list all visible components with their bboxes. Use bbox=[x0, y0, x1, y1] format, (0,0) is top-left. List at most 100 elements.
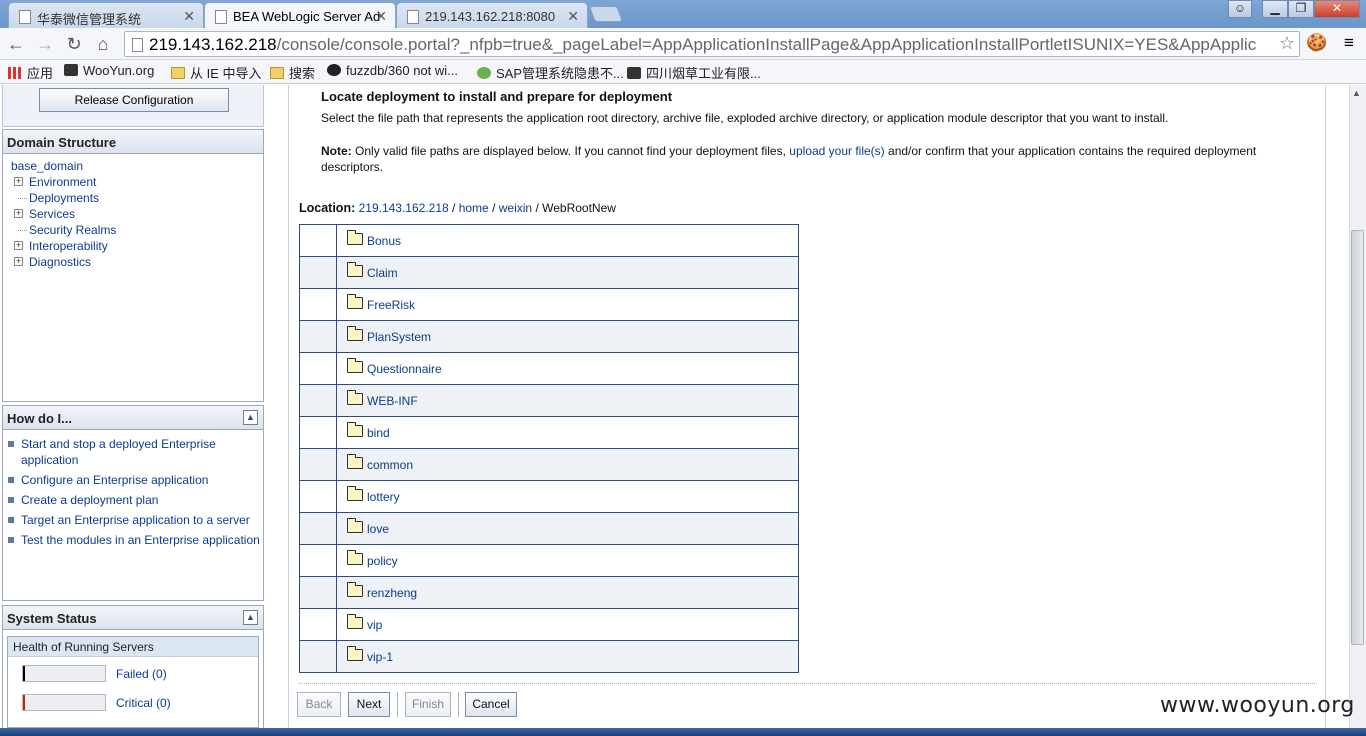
breadcrumb-weixin[interactable]: weixin bbox=[499, 201, 532, 215]
folder-link[interactable]: WEB-INF bbox=[367, 394, 418, 408]
close-icon[interactable]: ✕ bbox=[183, 8, 195, 25]
folder-link[interactable]: policy bbox=[367, 554, 398, 568]
row-select-cell[interactable] bbox=[299, 480, 337, 513]
expand-icon[interactable]: + bbox=[14, 209, 23, 218]
table-row[interactable]: Bonus bbox=[299, 224, 799, 257]
row-select-cell[interactable] bbox=[299, 544, 337, 577]
table-row[interactable]: Questionnaire bbox=[299, 352, 799, 385]
list-item[interactable]: Create a deployment plan bbox=[7, 492, 263, 508]
close-window-button[interactable]: ✕ bbox=[1314, 0, 1360, 18]
row-select-cell[interactable] bbox=[299, 352, 337, 385]
next-button[interactable]: Next bbox=[348, 692, 390, 717]
table-row[interactable]: vip-1 bbox=[299, 640, 799, 673]
folder-link[interactable]: vip-1 bbox=[367, 650, 393, 664]
folder-link[interactable]: Bonus bbox=[367, 234, 401, 248]
close-icon[interactable]: ✕ bbox=[567, 8, 579, 25]
row-select-cell[interactable] bbox=[299, 384, 337, 417]
row-select-cell[interactable] bbox=[299, 576, 337, 609]
table-row[interactable]: FreeRisk bbox=[299, 288, 799, 321]
table-row[interactable]: love bbox=[299, 512, 799, 545]
help-link[interactable]: Target an Enterprise application to a se… bbox=[21, 513, 250, 527]
table-row[interactable]: renzheng bbox=[299, 576, 799, 609]
address-bar[interactable]: 219.143.162.218/console/console.portal?_… bbox=[124, 31, 1300, 57]
close-icon[interactable]: ✕ bbox=[375, 8, 387, 25]
bookmark-star-icon[interactable]: ☆ bbox=[1275, 33, 1295, 54]
bookmark-sap[interactable]: SAP管理系统隐患不... bbox=[477, 63, 624, 82]
reload-icon[interactable]: ↻ bbox=[62, 32, 86, 56]
new-tab-button[interactable] bbox=[589, 6, 623, 22]
row-select-cell[interactable] bbox=[299, 224, 337, 257]
help-link[interactable]: Create a deployment plan bbox=[21, 493, 158, 507]
bookmark-search[interactable]: 搜索 bbox=[270, 63, 315, 82]
table-row[interactable]: bind bbox=[299, 416, 799, 449]
bookmark-fuzzdb[interactable]: fuzzdb/360 not wi... bbox=[327, 63, 458, 78]
maximize-button[interactable]: ❐ bbox=[1288, 0, 1314, 18]
health-link[interactable]: Critical (0) bbox=[116, 696, 171, 710]
scrollbar-thumb[interactable] bbox=[1351, 230, 1364, 645]
folder-link[interactable]: renzheng bbox=[367, 586, 417, 600]
collapse-icon[interactable]: ▲ bbox=[243, 410, 258, 425]
tab-ip-8080[interactable]: 219.143.162.218:8080 ✕ bbox=[396, 2, 588, 28]
folder-link[interactable]: Questionnaire bbox=[367, 362, 442, 376]
breadcrumb-host[interactable]: 219.143.162.218 bbox=[359, 201, 449, 215]
cookie-extension-icon[interactable]: 🍪 bbox=[1306, 33, 1328, 55]
upload-files-link[interactable]: upload your file(s) bbox=[789, 144, 884, 158]
folder-link[interactable]: PlanSystem bbox=[367, 330, 431, 344]
list-item[interactable]: Configure an Enterprise application bbox=[7, 472, 263, 488]
folder-link[interactable]: vip bbox=[367, 618, 382, 632]
help-link[interactable]: Test the modules in an Enterprise applic… bbox=[21, 533, 260, 547]
tab-wechat-admin[interactable]: 华泰微信管理系统 ✕ bbox=[8, 2, 204, 28]
row-select-cell[interactable] bbox=[299, 640, 337, 673]
table-row[interactable]: WEB-INF bbox=[299, 384, 799, 417]
cancel-button[interactable]: Cancel bbox=[465, 692, 517, 717]
table-row[interactable]: common bbox=[299, 448, 799, 481]
tree-root[interactable]: base_domain bbox=[9, 158, 263, 174]
row-select-cell[interactable] bbox=[299, 448, 337, 481]
row-select-cell[interactable] bbox=[299, 608, 337, 641]
finish-button[interactable]: Finish bbox=[405, 692, 451, 717]
menu-icon[interactable]: ≡ bbox=[1338, 33, 1360, 55]
breadcrumb-home[interactable]: home bbox=[459, 201, 489, 215]
tree-item-security-realms[interactable]: Security Realms bbox=[9, 222, 263, 238]
table-row[interactable]: Claim bbox=[299, 256, 799, 289]
health-link[interactable]: Failed (0) bbox=[116, 667, 167, 681]
collapse-icon[interactable]: ▲ bbox=[243, 610, 258, 625]
home-icon[interactable]: ⌂ bbox=[91, 32, 115, 56]
forward-arrow-icon[interactable]: → bbox=[33, 32, 57, 56]
row-select-cell[interactable] bbox=[299, 256, 337, 289]
tab-weblogic[interactable]: BEA WebLogic Server Ad ✕ bbox=[204, 2, 396, 29]
tree-item-services[interactable]: + Services bbox=[9, 206, 263, 222]
help-link[interactable]: Configure an Enterprise application bbox=[21, 473, 208, 487]
table-row[interactable]: policy bbox=[299, 544, 799, 577]
bookmark-apps[interactable]: 应用 bbox=[8, 63, 53, 82]
folder-link[interactable]: Claim bbox=[367, 266, 398, 280]
tree-item-interoperability[interactable]: + Interoperability bbox=[9, 238, 263, 254]
tree-item-diagnostics[interactable]: + Diagnostics bbox=[9, 254, 263, 270]
folder-link[interactable]: bind bbox=[367, 426, 390, 440]
user-icon[interactable]: ☺ bbox=[1228, 0, 1252, 18]
release-configuration-button[interactable]: Release Configuration bbox=[39, 88, 229, 112]
expand-icon[interactable]: + bbox=[14, 257, 23, 266]
tree-item-environment[interactable]: + Environment bbox=[9, 174, 263, 190]
minimize-button[interactable]: ▁ bbox=[1262, 0, 1288, 18]
row-select-cell[interactable] bbox=[299, 288, 337, 321]
back-button[interactable]: Back bbox=[297, 692, 341, 717]
back-arrow-icon[interactable]: ← bbox=[4, 32, 28, 56]
table-row[interactable]: vip bbox=[299, 608, 799, 641]
folder-link[interactable]: FreeRisk bbox=[367, 298, 415, 312]
bookmark-wooyun[interactable]: WooYun.org bbox=[64, 63, 154, 78]
expand-icon[interactable]: + bbox=[14, 241, 23, 250]
expand-icon[interactable]: + bbox=[14, 177, 23, 186]
folder-link[interactable]: common bbox=[367, 458, 413, 472]
scroll-up-icon[interactable]: ▲ bbox=[1352, 88, 1361, 98]
table-row[interactable]: PlanSystem bbox=[299, 320, 799, 353]
list-item[interactable]: Start and stop a deployed Enterprise app… bbox=[7, 436, 263, 468]
bookmark-sichuan[interactable]: 四川烟草工业有限... bbox=[627, 63, 761, 82]
tree-item-deployments[interactable]: Deployments bbox=[9, 190, 263, 206]
help-link[interactable]: Start and stop a deployed Enterprise app… bbox=[21, 437, 216, 467]
row-select-cell[interactable] bbox=[299, 512, 337, 545]
folder-link[interactable]: lottery bbox=[367, 490, 400, 504]
row-select-cell[interactable] bbox=[299, 320, 337, 353]
folder-link[interactable]: love bbox=[367, 522, 389, 536]
list-item[interactable]: Target an Enterprise application to a se… bbox=[7, 512, 263, 528]
